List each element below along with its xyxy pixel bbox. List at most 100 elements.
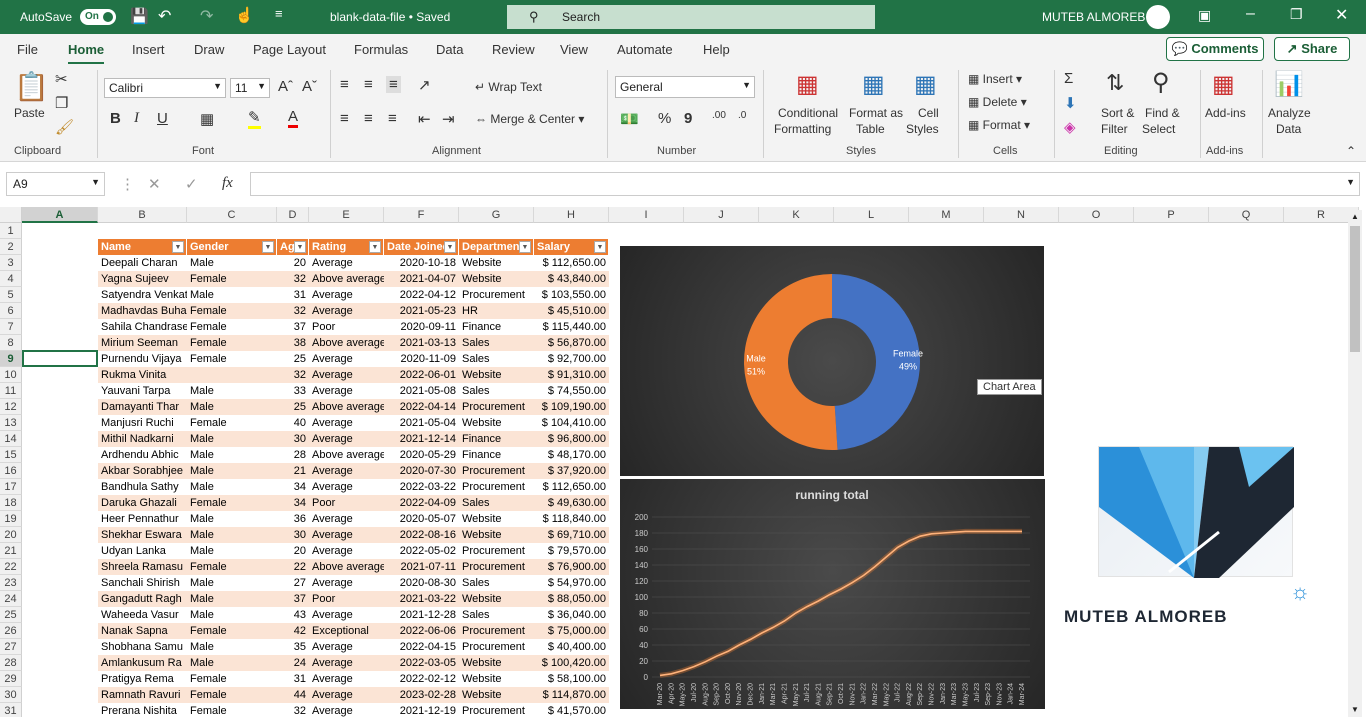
select-all-corner[interactable]: [0, 207, 22, 223]
decrease-decimal-icon[interactable]: .0: [738, 110, 746, 121]
table-cell[interactable]: 30: [277, 527, 309, 543]
table-cell[interactable]: Above average: [309, 559, 384, 575]
row-header[interactable]: 24: [0, 591, 22, 607]
table-cell[interactable]: Female: [187, 559, 277, 575]
table-cell[interactable]: Website: [459, 671, 534, 687]
table-cell[interactable]: Average: [309, 687, 384, 703]
table-cell[interactable]: Madhavdas Buhar: [98, 303, 187, 319]
table-cell[interactable]: 2021-04-07: [384, 271, 459, 287]
table-cell[interactable]: 2020-05-07: [384, 511, 459, 527]
table-cell[interactable]: Male: [187, 399, 277, 415]
col-header-O[interactable]: O: [1059, 207, 1134, 223]
table-cell[interactable]: 2021-03-13: [384, 335, 459, 351]
table-cell[interactable]: $ 100,420.00: [534, 655, 609, 671]
table-header-cell[interactable]: Department ▼: [459, 239, 534, 255]
table-cell[interactable]: Ardhendu Abhic: [98, 447, 187, 463]
table-cell[interactable]: 32: [277, 703, 309, 717]
collapse-ribbon-icon[interactable]: ⌃: [1346, 144, 1356, 158]
comments-button[interactable]: 💬 Comments: [1166, 37, 1264, 61]
align-left-icon[interactable]: ≡: [340, 110, 349, 127]
table-cell[interactable]: Male: [187, 447, 277, 463]
table-cell[interactable]: 2020-11-09: [384, 351, 459, 367]
table-cell[interactable]: 22: [277, 559, 309, 575]
table-cell[interactable]: 20: [277, 543, 309, 559]
copy-icon[interactable]: ❐: [55, 94, 68, 112]
table-cell[interactable]: Average: [309, 703, 384, 717]
table-cell[interactable]: $ 54,970.00: [534, 575, 609, 591]
table-cell[interactable]: 30: [277, 431, 309, 447]
row-header[interactable]: 9: [0, 351, 22, 367]
find-select-icon[interactable]: ⚲: [1152, 68, 1170, 97]
row-header[interactable]: 2: [0, 239, 22, 255]
row-header[interactable]: 10: [0, 367, 22, 383]
row-header[interactable]: 8: [0, 335, 22, 351]
table-cell[interactable]: 2022-04-15: [384, 639, 459, 655]
touch-mode-icon[interactable]: ☝: [235, 6, 254, 24]
percent-icon[interactable]: %: [658, 110, 671, 127]
row-header[interactable]: 22: [0, 559, 22, 575]
cell-styles-label-2[interactable]: Styles: [906, 122, 939, 136]
table-cell[interactable]: 2022-06-06: [384, 623, 459, 639]
table-cell[interactable]: Damayanti Thar: [98, 399, 187, 415]
col-header-I[interactable]: I: [609, 207, 684, 223]
table-cell[interactable]: Heer Pennathur: [98, 511, 187, 527]
table-cell[interactable]: 28: [277, 447, 309, 463]
active-cell-A9[interactable]: [22, 350, 98, 367]
table-cell[interactable]: Website: [459, 655, 534, 671]
filter-dropdown-icon[interactable]: ▼: [369, 241, 381, 253]
table-cell[interactable]: Website: [459, 255, 534, 271]
row-header[interactable]: 29: [0, 671, 22, 687]
table-cell[interactable]: Gangadutt Ragh: [98, 591, 187, 607]
table-cell[interactable]: Average: [309, 511, 384, 527]
table-cell[interactable]: Procurement: [459, 703, 534, 717]
table-cell[interactable]: Male: [187, 255, 277, 271]
table-cell[interactable]: Sales: [459, 495, 534, 511]
table-cell[interactable]: Male: [187, 591, 277, 607]
table-cell[interactable]: $ 36,040.00: [534, 607, 609, 623]
underline-icon[interactable]: U: [157, 110, 168, 127]
table-cell[interactable]: Finance: [459, 319, 534, 335]
table-cell[interactable]: 2021-12-14: [384, 431, 459, 447]
table-cell[interactable]: Website: [459, 687, 534, 703]
table-cell[interactable]: Male: [187, 575, 277, 591]
format-cells-button[interactable]: ▦ Format ▾: [968, 118, 1030, 132]
row-header[interactable]: 15: [0, 447, 22, 463]
clear-icon[interactable]: ◈: [1064, 118, 1076, 136]
table-cell[interactable]: Akbar Sorabhjee: [98, 463, 187, 479]
share-button[interactable]: ↗ Share: [1274, 37, 1350, 61]
table-cell[interactable]: Female: [187, 495, 277, 511]
table-cell[interactable]: Poor: [309, 591, 384, 607]
align-middle-icon[interactable]: ≡: [364, 76, 373, 93]
align-right-icon[interactable]: ≡: [388, 110, 397, 127]
tab-formulas[interactable]: Formulas: [354, 42, 408, 57]
gender-donut-chart[interactable]: Female 49% Male 51%: [620, 246, 1044, 476]
table-cell[interactable]: $ 104,410.00: [534, 415, 609, 431]
filter-dropdown-icon[interactable]: ▼: [519, 241, 531, 253]
row-header[interactable]: 12: [0, 399, 22, 415]
tab-insert[interactable]: Insert: [132, 42, 165, 57]
row-header[interactable]: 26: [0, 623, 22, 639]
cell-styles-label[interactable]: Cell: [918, 106, 939, 120]
col-header-Q[interactable]: Q: [1209, 207, 1284, 223]
table-cell[interactable]: Average: [309, 463, 384, 479]
analyze-data-label-2[interactable]: Data: [1276, 122, 1301, 136]
table-cell[interactable]: 24: [277, 655, 309, 671]
conditional-formatting-icon[interactable]: ▦: [796, 70, 819, 99]
decrease-font-icon[interactable]: Aˇ: [302, 78, 317, 95]
font-size-select[interactable]: 11 ▼: [230, 78, 270, 98]
table-cell[interactable]: Male: [187, 287, 277, 303]
row-header[interactable]: 1: [0, 223, 22, 239]
table-cell[interactable]: 2022-02-12: [384, 671, 459, 687]
table-cell[interactable]: 31: [277, 671, 309, 687]
worksheet-grid[interactable]: ABCDEFGHIJKLMNOPQR 1 2 3 4 5 6 7 8 9 10 11 12 13 14 15…: [0, 207, 1366, 717]
table-header-cell[interactable]: Age ▼: [277, 239, 309, 255]
filter-dropdown-icon[interactable]: ▼: [262, 241, 274, 253]
scroll-down-icon[interactable]: ▼: [1348, 703, 1362, 717]
table-cell[interactable]: 25: [277, 399, 309, 415]
table-cell[interactable]: 2021-12-19: [384, 703, 459, 717]
table-cell[interactable]: 2021-07-11: [384, 559, 459, 575]
analyze-data-label[interactable]: Analyze: [1268, 106, 1311, 120]
table-cell[interactable]: Average: [309, 287, 384, 303]
table-cell[interactable]: $ 118,840.00: [534, 511, 609, 527]
table-cell[interactable]: 2022-08-16: [384, 527, 459, 543]
